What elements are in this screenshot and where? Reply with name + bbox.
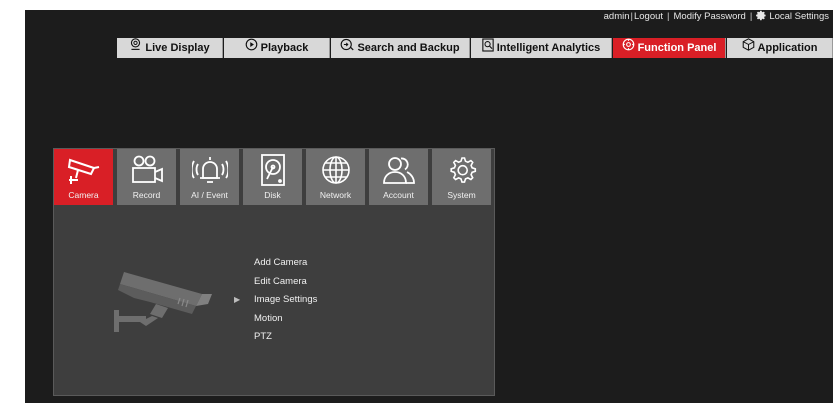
tab-application[interactable]: Application xyxy=(727,38,833,58)
tab-function-panel[interactable]: Function Panel xyxy=(613,38,726,58)
function-panel-icon xyxy=(622,38,635,58)
camera-label: Camera xyxy=(68,190,99,200)
playback-icon xyxy=(245,38,258,58)
system-button[interactable]: System xyxy=(432,149,493,205)
disk-label: Disk xyxy=(264,190,281,200)
menu-item-add-camera[interactable]: Add Camera xyxy=(254,254,317,273)
modify-password-link[interactable]: Modify Password xyxy=(674,11,746,22)
function-panel: Camera Record AI / Event Disk Network Ac… xyxy=(53,148,495,396)
account-label: Account xyxy=(383,190,414,200)
menu-item-label: Motion xyxy=(254,312,283,324)
tab-label: Playback xyxy=(260,42,309,54)
menu-item-image-settings[interactable]: ▶ Image Settings xyxy=(234,291,318,310)
local-settings-link[interactable]: Local Settings xyxy=(769,11,829,22)
record-label: Record xyxy=(132,190,161,200)
tab-live-display[interactable]: Live Display xyxy=(117,38,223,58)
account-button[interactable]: Account xyxy=(369,149,430,205)
app-screen: admin|Logout | Modify Password | Local Setti… xyxy=(25,10,833,403)
menu-item-label: Image Settings xyxy=(254,294,318,305)
record-icon xyxy=(117,153,176,187)
gear-icon[interactable] xyxy=(756,10,767,26)
intelligent-analytics-icon xyxy=(482,37,494,59)
tab-label: Search and Backup xyxy=(357,42,460,54)
account-icon xyxy=(369,153,428,187)
logout-link[interactable]: Logout xyxy=(634,11,663,22)
camera-button[interactable]: Camera xyxy=(54,149,115,205)
tab-label: Live Display xyxy=(145,42,210,54)
application-icon xyxy=(742,38,755,58)
tab-playback[interactable]: Playback xyxy=(224,38,330,58)
menu-item-ptz[interactable]: PTZ xyxy=(254,328,317,347)
separator: | xyxy=(749,11,753,22)
tab-label: Application xyxy=(757,42,818,54)
selected-arrow-icon: ▶ xyxy=(234,295,241,304)
menu-item-label: Add Camera xyxy=(254,257,308,268)
camera-illustration xyxy=(104,264,214,339)
top-bar: admin|Logout | Modify Password | Local Setti… xyxy=(25,10,833,24)
system-icon xyxy=(432,153,491,187)
disk-icon xyxy=(243,153,302,187)
network-button[interactable]: Network xyxy=(306,149,367,205)
record-button[interactable]: Record xyxy=(117,149,178,205)
search-backup-icon xyxy=(340,38,355,58)
menu-item-label: PTZ xyxy=(254,331,272,342)
tab-search-and-backup[interactable]: Search and Backup xyxy=(331,38,470,58)
disk-button[interactable]: Disk xyxy=(243,149,304,205)
menu-item-motion[interactable]: Motion xyxy=(254,310,317,329)
network-label: Network xyxy=(319,190,352,200)
network-icon xyxy=(306,153,365,187)
menu-item-edit-camera[interactable]: Edit Camera xyxy=(254,273,317,292)
menu-item-label: Edit Camera xyxy=(254,275,307,287)
ai-event-label: AI / Event xyxy=(191,190,228,200)
ai-event-icon xyxy=(180,153,239,187)
system-label: System xyxy=(447,190,476,200)
tab-label: Function Panel xyxy=(637,42,717,54)
username-label: admin xyxy=(603,11,630,22)
live-display-icon xyxy=(129,38,142,58)
camera-icon xyxy=(54,153,113,187)
camera-submenu: Add Camera Edit Camera ▶ Image Settings M… xyxy=(234,254,318,347)
tab-intelligent-analytics[interactable]: Intelligent Analytics xyxy=(471,37,612,59)
tab-label: Intelligent Analytics xyxy=(496,42,601,54)
separator: | xyxy=(667,11,670,22)
ai-event-button[interactable]: AI / Event xyxy=(180,149,241,205)
